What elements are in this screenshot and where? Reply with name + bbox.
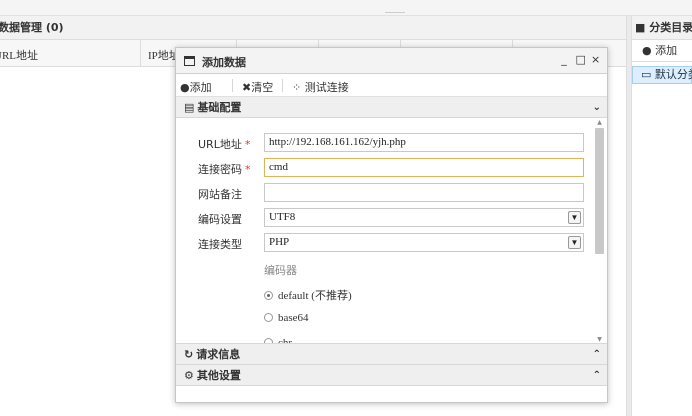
plus-circle-icon: ● xyxy=(180,81,190,94)
x-icon: ✖ xyxy=(242,81,252,94)
test-connection-button[interactable]: ⁘ 测试连接 xyxy=(292,79,349,95)
form-scrollbar[interactable]: ▲ ▼ xyxy=(595,118,604,343)
password-input[interactable]: cmd xyxy=(264,158,584,177)
section-request-info[interactable]: ↻ 请求信息 ⌃ xyxy=(176,344,607,365)
scroll-up-icon[interactable]: ▲ xyxy=(595,118,604,127)
plus-circle-icon: ● xyxy=(642,44,652,57)
add-button[interactable]: ●添加 xyxy=(180,79,212,95)
chevron-down-icon: ⌄ xyxy=(592,102,601,113)
category-item-default[interactable]: ▭ 默认分类 xyxy=(632,66,692,84)
basic-config-form: URL地址 * http://192.168.161.162/yjh.php 连接… xyxy=(176,118,607,344)
encoding-select[interactable]: UTF8 ▼ xyxy=(264,208,584,227)
encoder-option-default[interactable]: default (不推荐) xyxy=(264,287,352,303)
encoding-label: 编码设置 xyxy=(198,213,242,226)
encoder-option-base64[interactable]: base64 xyxy=(264,312,309,324)
radio-icon xyxy=(264,291,273,300)
type-select[interactable]: PHP ▼ xyxy=(264,233,584,252)
close-button[interactable]: × xyxy=(591,53,601,66)
refresh-icon: ↻ xyxy=(184,348,194,361)
chevron-down-icon: ▼ xyxy=(568,211,581,224)
dialog-toolbar: ●添加 ✖清空 ⁘ 测试连接 xyxy=(176,74,607,97)
maximize-button[interactable]: □ xyxy=(576,53,586,66)
clear-button[interactable]: ✖清空 xyxy=(242,79,273,95)
add-data-dialog: 添加数据 _ □ × ●添加 ✖清空 ⁘ 测试连接 ▤ 基础配置 ⌄ URL地址 *… xyxy=(175,47,608,403)
category-panel: ■ 分类目录 ( ● 添加 ▭ 默认分类 xyxy=(632,16,692,416)
section-other-settings[interactable]: ⚙ 其他设置 ⌃ xyxy=(176,365,607,386)
dialog-title: 添加数据 xyxy=(202,56,246,69)
data-panel-header: 数据管理 (0) xyxy=(0,16,626,40)
chevron-up-icon: ⌃ xyxy=(592,370,601,381)
encoder-label: 编码器 xyxy=(264,264,297,277)
category-title: 分类目录 ( xyxy=(649,21,692,34)
category-label: 默认分类 xyxy=(654,68,692,81)
top-strip xyxy=(0,0,692,16)
minimize-button[interactable]: _ xyxy=(560,53,570,66)
url-label: URL地址 * xyxy=(198,138,251,151)
data-panel-title: 数据管理 (0) xyxy=(0,21,64,34)
category-add-button[interactable]: ● 添加 xyxy=(642,44,677,57)
category-header: ■ 分类目录 ( xyxy=(632,16,692,40)
type-label: 连接类型 xyxy=(198,238,242,251)
dialog-titlebar[interactable]: 添加数据 _ □ × xyxy=(176,48,607,74)
spinner-icon: ⁘ xyxy=(292,81,302,94)
note-label: 网站备注 xyxy=(198,188,242,201)
section-basic-config[interactable]: ▤ 基础配置 ⌄ xyxy=(176,97,607,118)
url-input[interactable]: http://192.168.161.162/yjh.php xyxy=(264,133,584,152)
resize-grip[interactable] xyxy=(385,12,405,13)
scroll-down-icon[interactable]: ▼ xyxy=(595,335,604,343)
password-label: 连接密码 * xyxy=(198,163,251,176)
category-toolbar: ● 添加 xyxy=(632,40,692,62)
chevron-up-icon: ⌃ xyxy=(592,349,601,360)
file-icon: ▤ xyxy=(184,101,195,114)
column-url[interactable]: URL地址 xyxy=(0,47,38,63)
gears-icon: ⚙ xyxy=(184,369,194,382)
folder-icon: ▭ xyxy=(641,68,652,81)
radio-icon xyxy=(264,313,273,322)
folder-icon: ■ xyxy=(635,21,646,34)
scroll-thumb[interactable] xyxy=(595,128,604,254)
window-controls: _ □ × xyxy=(560,53,601,66)
note-input[interactable] xyxy=(264,183,584,202)
encoder-option-chr[interactable]: chr xyxy=(264,337,292,343)
chevron-down-icon: ▼ xyxy=(568,236,581,249)
window-icon xyxy=(184,56,195,66)
